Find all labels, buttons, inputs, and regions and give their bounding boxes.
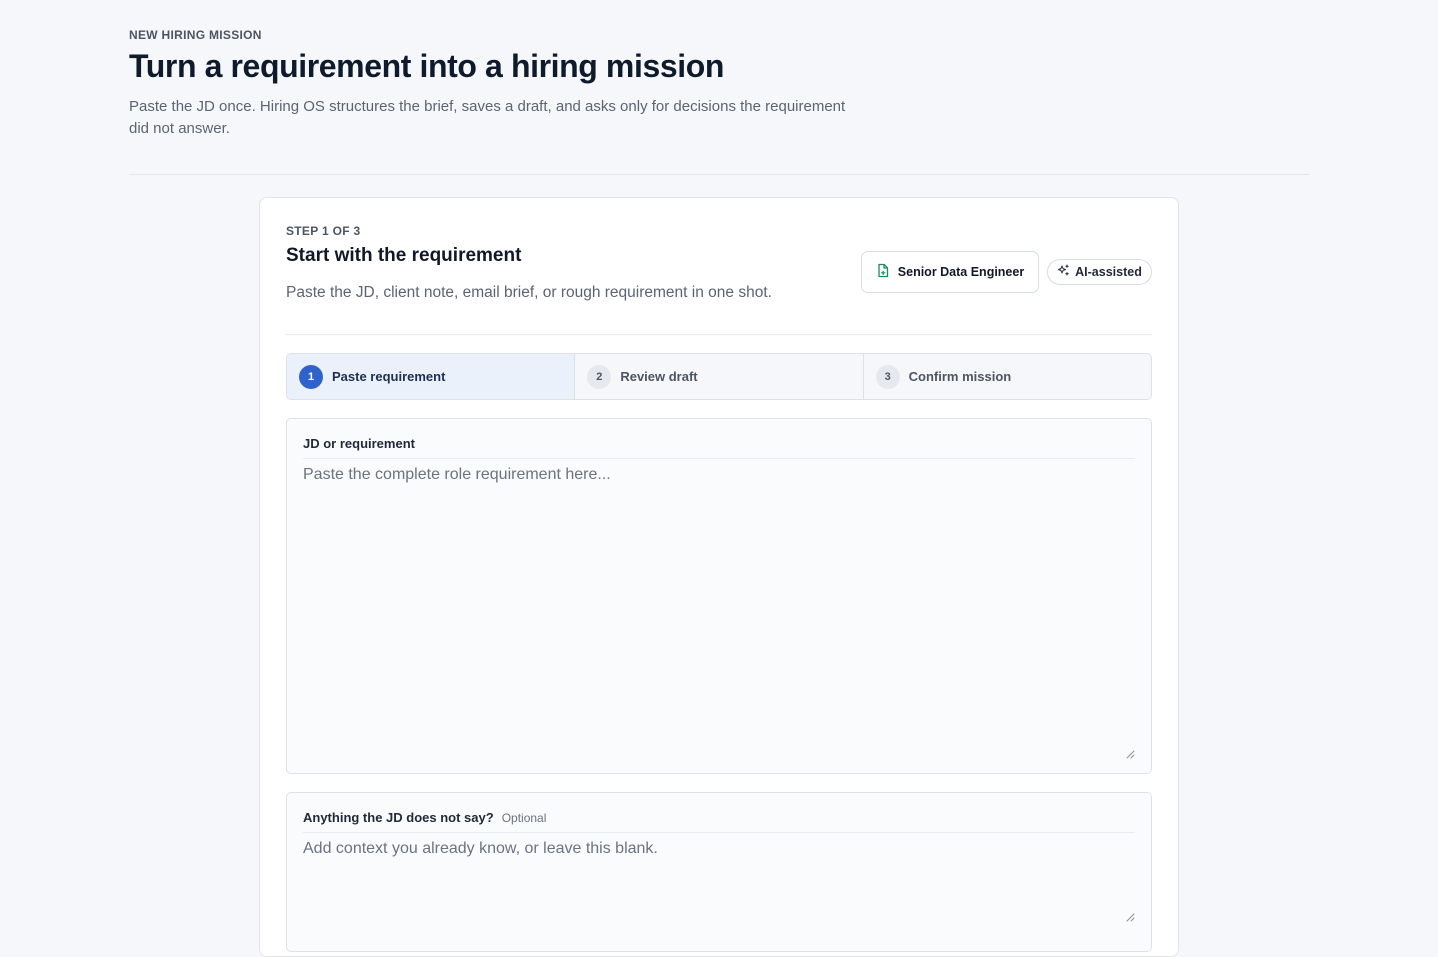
extra-context-field: Anything the JD does not say? Optional xyxy=(286,792,1152,952)
page-title: Turn a requirement into a hiring mission xyxy=(129,48,725,84)
extra-field-label: Anything the JD does not say? Optional xyxy=(303,810,546,825)
step-label: Review draft xyxy=(620,369,698,384)
jd-textarea[interactable] xyxy=(303,463,1135,759)
jd-field: JD or requirement xyxy=(286,418,1152,774)
step-review-draft[interactable]: 2 Review draft xyxy=(575,354,864,399)
field-divider xyxy=(303,832,1135,833)
ai-chip-label: AI-assisted xyxy=(1075,265,1142,279)
resize-handle-icon[interactable] xyxy=(1125,749,1135,759)
role-chip[interactable]: Senior Data Engineer xyxy=(861,251,1039,293)
step-confirm-mission[interactable]: 3 Confirm mission xyxy=(864,354,1151,399)
requirement-card: STEP 1 OF 3 Start with the requirement P… xyxy=(259,197,1179,957)
step-number-badge: 2 xyxy=(587,364,612,389)
step-indicator: STEP 1 OF 3 xyxy=(286,224,361,238)
field-divider xyxy=(303,458,1135,459)
resize-handle-icon[interactable] xyxy=(1125,912,1135,922)
page-eyebrow: NEW HIRING MISSION xyxy=(129,28,262,42)
progress-stepper: 1 Paste requirement 2 Review draft 3 Con… xyxy=(286,353,1152,400)
step-label: Paste requirement xyxy=(332,369,446,384)
extra-context-textarea[interactable] xyxy=(303,837,1135,937)
step-number-badge: 1 xyxy=(299,364,323,389)
role-chip-label: Senior Data Engineer xyxy=(897,265,1025,279)
optional-tag: Optional xyxy=(501,811,547,825)
ai-assisted-chip: AI-assisted xyxy=(1047,259,1152,285)
card-description: Paste the JD, client note, email brief, … xyxy=(286,284,772,301)
header-divider xyxy=(129,174,1309,175)
step-label: Confirm mission xyxy=(908,369,1012,384)
step-paste-requirement[interactable]: 1 Paste requirement xyxy=(287,354,576,399)
step-number-badge: 3 xyxy=(875,364,900,389)
jd-field-label: JD or requirement xyxy=(303,436,415,451)
jd-label-text: JD or requirement xyxy=(303,436,415,451)
document-icon xyxy=(876,263,890,281)
extra-label-text: Anything the JD does not say? xyxy=(303,810,494,825)
card-title: Start with the requirement xyxy=(286,245,522,266)
sparkle-icon xyxy=(1057,264,1070,280)
card-divider xyxy=(286,334,1152,335)
page-subtitle: Paste the JD once. Hiring OS structures … xyxy=(129,98,846,137)
